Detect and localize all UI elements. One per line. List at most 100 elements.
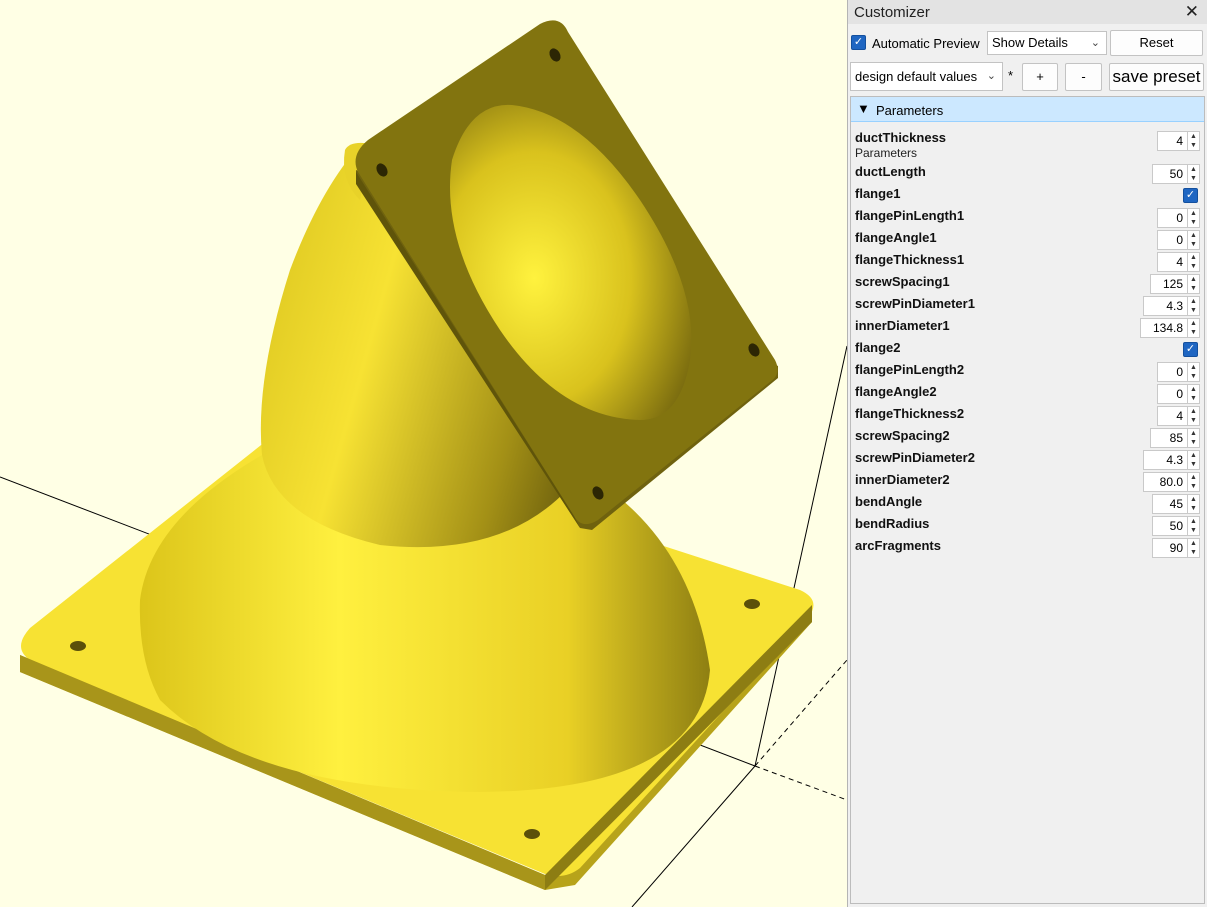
param-innerDiameter2-spinbox[interactable]: 80.0 ▲ ▼ (1143, 472, 1200, 492)
spin-arrows[interactable]: ▲ ▼ (1187, 164, 1200, 184)
arrow-up-icon[interactable]: ▲ (1190, 517, 1197, 526)
arrow-up-icon[interactable]: ▲ (1190, 209, 1197, 218)
spin-arrows[interactable]: ▲ ▼ (1187, 494, 1200, 514)
param-bendRadius-spinbox[interactable]: 50 ▲ ▼ (1152, 516, 1200, 536)
arrow-up-icon[interactable]: ▲ (1190, 231, 1197, 240)
param-ductThickness-label: ductThickness (855, 130, 947, 145)
spin-arrows[interactable]: ▲ ▼ (1187, 384, 1200, 404)
param-flangePinLength1-spinbox[interactable]: 0 ▲ ▼ (1157, 208, 1200, 228)
spin-arrows[interactable]: ▲ ▼ (1187, 296, 1200, 316)
arrow-up-icon[interactable]: ▲ (1190, 495, 1197, 504)
param-arcFragments-value[interactable]: 90 (1152, 538, 1187, 558)
arrow-down-icon[interactable]: ▼ (1190, 394, 1197, 403)
arrow-down-icon[interactable]: ▼ (1190, 240, 1197, 249)
spin-arrows[interactable]: ▲ ▼ (1187, 318, 1200, 338)
spin-arrows[interactable]: ▲ ▼ (1187, 252, 1200, 272)
spin-arrows[interactable]: ▲ ▼ (1187, 230, 1200, 250)
arrow-down-icon[interactable]: ▼ (1190, 174, 1197, 183)
param-screwPinDiameter1-spinbox[interactable]: 4.3 ▲ ▼ (1143, 296, 1200, 316)
reset-button[interactable]: Reset (1110, 30, 1203, 56)
param-flangeAngle2-spinbox[interactable]: 0 ▲ ▼ (1157, 384, 1200, 404)
param-screwSpacing2-spinbox[interactable]: 85 ▲ ▼ (1150, 428, 1200, 448)
param-bendAngle-label: bendAngle (855, 494, 923, 509)
arrow-up-icon[interactable]: ▲ (1190, 363, 1197, 372)
param-flangeThickness1-spinbox[interactable]: 4 ▲ ▼ (1157, 252, 1200, 272)
details-select[interactable]: Show Details ⌄ (987, 31, 1107, 55)
param-flangeAngle1-value[interactable]: 0 (1157, 230, 1187, 250)
param-ductThickness-spinbox[interactable]: 4 ▲ ▼ (1157, 131, 1200, 151)
param-flangeAngle2-value[interactable]: 0 (1157, 384, 1187, 404)
spin-arrows[interactable]: ▲ ▼ (1187, 362, 1200, 382)
param-flange1-checkbox[interactable]: ✓ (1183, 188, 1198, 203)
arrow-down-icon[interactable]: ▼ (1190, 262, 1197, 271)
param-ductLength-spinbox[interactable]: 50 ▲ ▼ (1152, 164, 1200, 184)
arrow-up-icon[interactable]: ▲ (1190, 132, 1197, 141)
arrow-up-icon[interactable]: ▲ (1190, 385, 1197, 394)
param-screwPinDiameter2-spinbox[interactable]: 4.3 ▲ ▼ (1143, 450, 1200, 470)
automatic-preview-checkbox[interactable]: ✓ (851, 35, 866, 50)
spin-arrows[interactable]: ▲ ▼ (1187, 428, 1200, 448)
param-flangeThickness1-value[interactable]: 4 (1157, 252, 1187, 272)
remove-preset-button[interactable]: - (1065, 63, 1102, 91)
add-preset-button[interactable]: + (1022, 63, 1058, 91)
param-bendAngle-value[interactable]: 45 (1152, 494, 1187, 514)
param-flangePinLength2-value[interactable]: 0 (1157, 362, 1187, 382)
save-preset-button[interactable]: save preset (1109, 63, 1204, 91)
preset-select[interactable]: design default values ⌄ (850, 62, 1003, 91)
parameters-group-header[interactable]: ▼ Parameters (851, 97, 1204, 122)
arrow-down-icon[interactable]: ▼ (1190, 460, 1197, 469)
arrow-up-icon[interactable]: ▲ (1190, 319, 1197, 328)
arrow-down-icon[interactable]: ▼ (1190, 438, 1197, 447)
arrow-up-icon[interactable]: ▲ (1190, 473, 1197, 482)
spin-arrows[interactable]: ▲ ▼ (1187, 274, 1200, 294)
spin-arrows[interactable]: ▲ ▼ (1187, 450, 1200, 470)
spin-arrows[interactable]: ▲ ▼ (1187, 208, 1200, 228)
param-innerDiameter1-value[interactable]: 134.8 (1140, 318, 1187, 338)
param-flangePinLength1-value[interactable]: 0 (1157, 208, 1187, 228)
arrow-down-icon[interactable]: ▼ (1190, 372, 1197, 381)
arrow-down-icon[interactable]: ▼ (1190, 306, 1197, 315)
arrow-down-icon[interactable]: ▼ (1190, 218, 1197, 227)
arrow-up-icon[interactable]: ▲ (1190, 539, 1197, 548)
param-ductThickness-value[interactable]: 4 (1157, 131, 1187, 151)
arrow-down-icon[interactable]: ▼ (1190, 284, 1197, 293)
arrow-down-icon[interactable]: ▼ (1190, 141, 1197, 150)
arrow-down-icon[interactable]: ▼ (1190, 548, 1197, 557)
param-screwSpacing1-value[interactable]: 125 (1150, 274, 1187, 294)
arrow-up-icon[interactable]: ▲ (1190, 275, 1197, 284)
param-flangeThickness2-value[interactable]: 4 (1157, 406, 1187, 426)
arrow-up-icon[interactable]: ▲ (1190, 407, 1197, 416)
arrow-up-icon[interactable]: ▲ (1190, 165, 1197, 174)
arrow-down-icon[interactable]: ▼ (1190, 504, 1197, 513)
param-ductLength-value[interactable]: 50 (1152, 164, 1187, 184)
param-flangeAngle1-spinbox[interactable]: 0 ▲ ▼ (1157, 230, 1200, 250)
param-screwSpacing1-spinbox[interactable]: 125 ▲ ▼ (1150, 274, 1200, 294)
param-flangeThickness2-spinbox[interactable]: 4 ▲ ▼ (1157, 406, 1200, 426)
arrow-up-icon[interactable]: ▲ (1190, 451, 1197, 460)
param-flangePinLength2-spinbox[interactable]: 0 ▲ ▼ (1157, 362, 1200, 382)
param-innerDiameter1-spinbox[interactable]: 134.8 ▲ ▼ (1140, 318, 1200, 338)
param-screwPinDiameter2-value[interactable]: 4.3 (1143, 450, 1187, 470)
3d-viewport[interactable] (0, 0, 847, 907)
param-innerDiameter2-value[interactable]: 80.0 (1143, 472, 1187, 492)
spin-arrows[interactable]: ▲ ▼ (1187, 406, 1200, 426)
param-screwPinDiameter1-value[interactable]: 4.3 (1143, 296, 1187, 316)
arrow-down-icon[interactable]: ▼ (1190, 416, 1197, 425)
arrow-down-icon[interactable]: ▼ (1190, 482, 1197, 491)
param-screwSpacing2-value[interactable]: 85 (1150, 428, 1187, 448)
arrow-down-icon[interactable]: ▼ (1190, 328, 1197, 337)
param-arcFragments-spinbox[interactable]: 90 ▲ ▼ (1152, 538, 1200, 558)
spin-arrows[interactable]: ▲ ▼ (1187, 538, 1200, 558)
spin-arrows[interactable]: ▲ ▼ (1187, 131, 1200, 151)
param-bendAngle-spinbox[interactable]: 45 ▲ ▼ (1152, 494, 1200, 514)
spin-arrows[interactable]: ▲ ▼ (1187, 516, 1200, 536)
close-icon[interactable]: ✕ (1185, 2, 1199, 22)
param-ductThickness-description: Parameters (855, 146, 918, 160)
spin-arrows[interactable]: ▲ ▼ (1187, 472, 1200, 492)
arrow-up-icon[interactable]: ▲ (1190, 297, 1197, 306)
arrow-up-icon[interactable]: ▲ (1190, 429, 1197, 438)
arrow-up-icon[interactable]: ▲ (1190, 253, 1197, 262)
param-bendRadius-value[interactable]: 50 (1152, 516, 1187, 536)
param-flange2-checkbox[interactable]: ✓ (1183, 342, 1198, 357)
arrow-down-icon[interactable]: ▼ (1190, 526, 1197, 535)
